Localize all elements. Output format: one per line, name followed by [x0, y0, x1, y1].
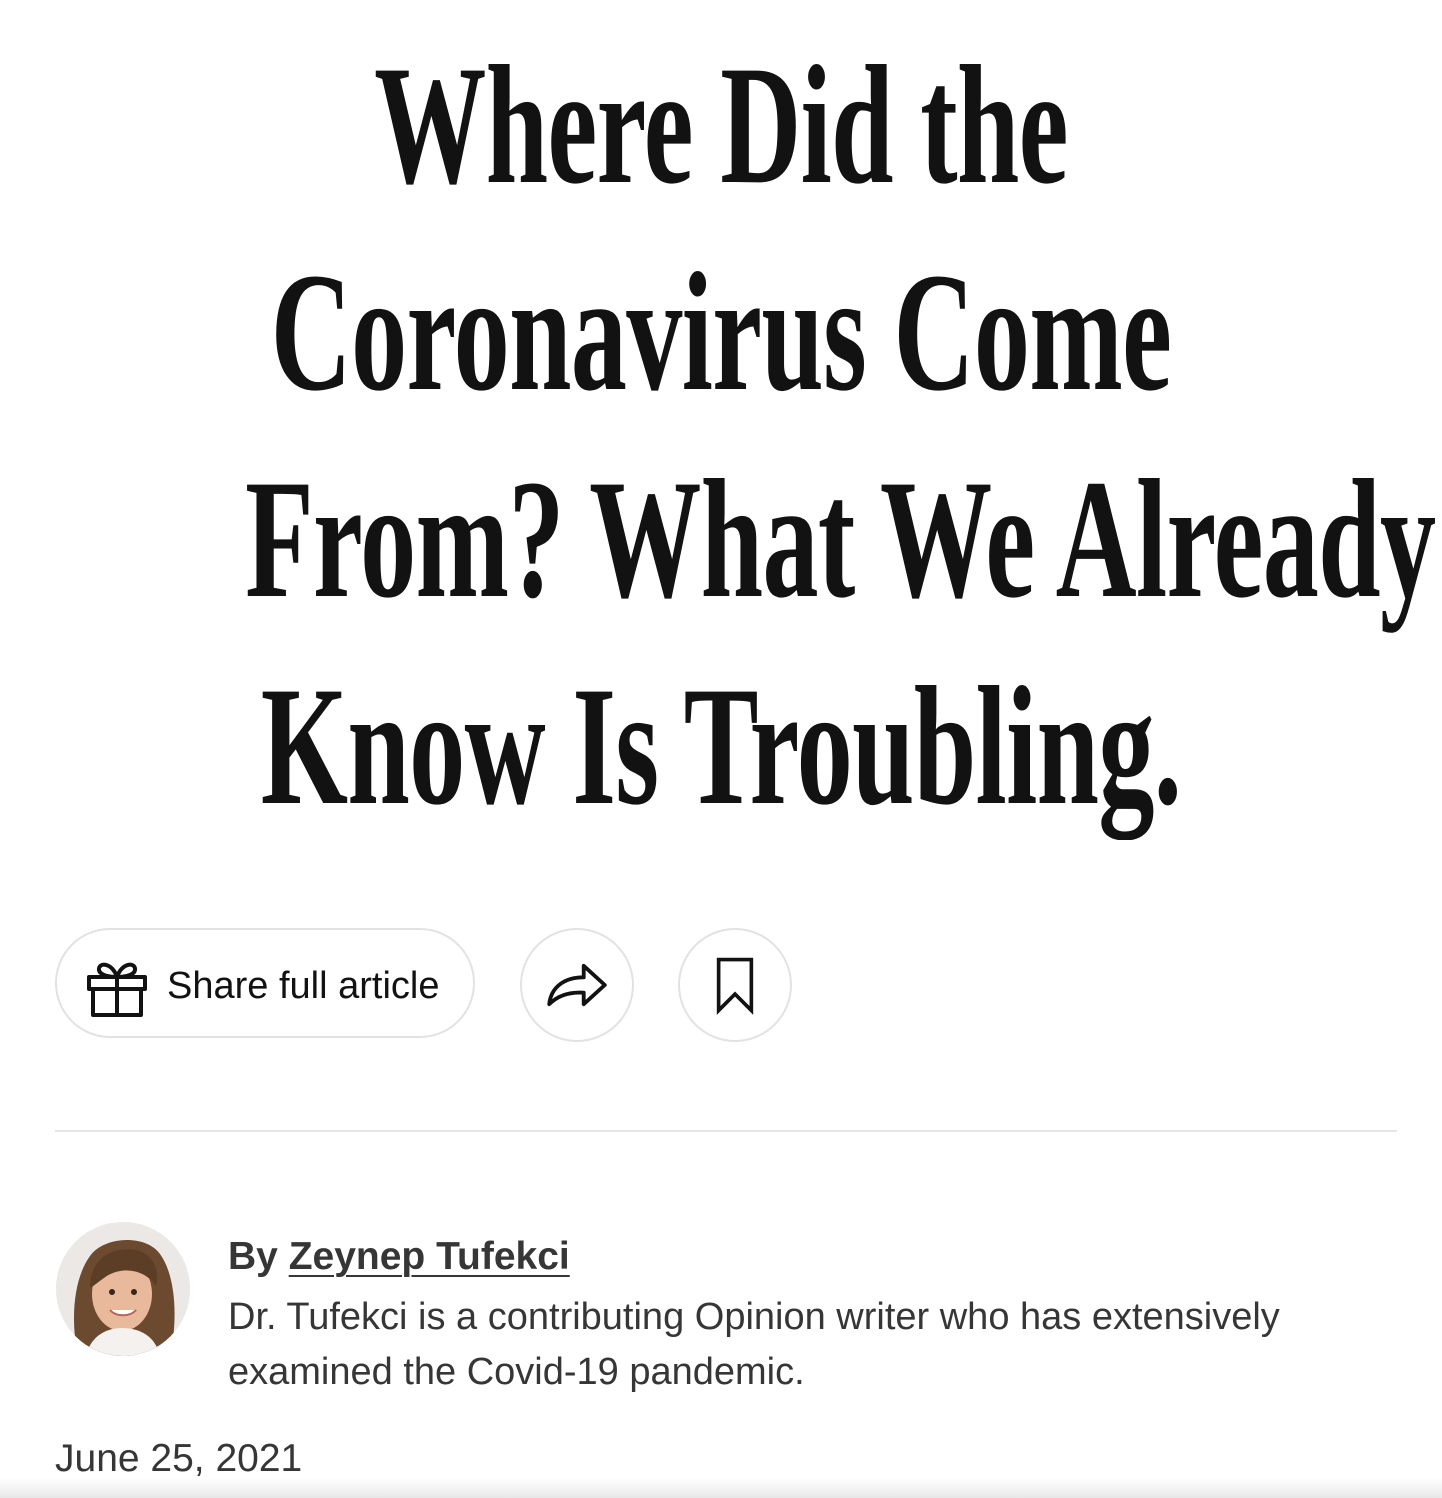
- bottom-fade: [0, 1478, 1442, 1498]
- headline-line: Coronavirus Come: [270, 238, 1172, 426]
- byline: By Zeynep Tufekci: [228, 1234, 570, 1280]
- share-full-article-button[interactable]: Share full article: [55, 928, 475, 1038]
- byline-prefix: By: [228, 1235, 278, 1278]
- share-arrow-icon: [547, 963, 607, 1007]
- author-avatar[interactable]: [56, 1222, 190, 1356]
- headline-line: Know Is Troubling.: [260, 652, 1182, 840]
- author-portrait: [56, 1222, 190, 1356]
- share-button[interactable]: [520, 928, 634, 1042]
- gift-icon: [87, 962, 147, 1017]
- author-link[interactable]: Zeynep Tufekci: [289, 1235, 570, 1278]
- headline-line: From? What We Already: [245, 445, 1436, 633]
- divider: [55, 1130, 1397, 1132]
- save-bookmark-button[interactable]: [678, 928, 792, 1042]
- headline: Where Did the Coronavirus Come From? Wha…: [0, 22, 1442, 850]
- share-full-article-label: Share full article: [167, 965, 440, 1007]
- headline-line: Where Did the: [374, 31, 1068, 219]
- bookmark-icon: [716, 957, 754, 1015]
- publish-date: June 25, 2021: [55, 1437, 303, 1480]
- author-bio: Dr. Tufekci is a contributing Opinion wr…: [228, 1296, 1280, 1393]
